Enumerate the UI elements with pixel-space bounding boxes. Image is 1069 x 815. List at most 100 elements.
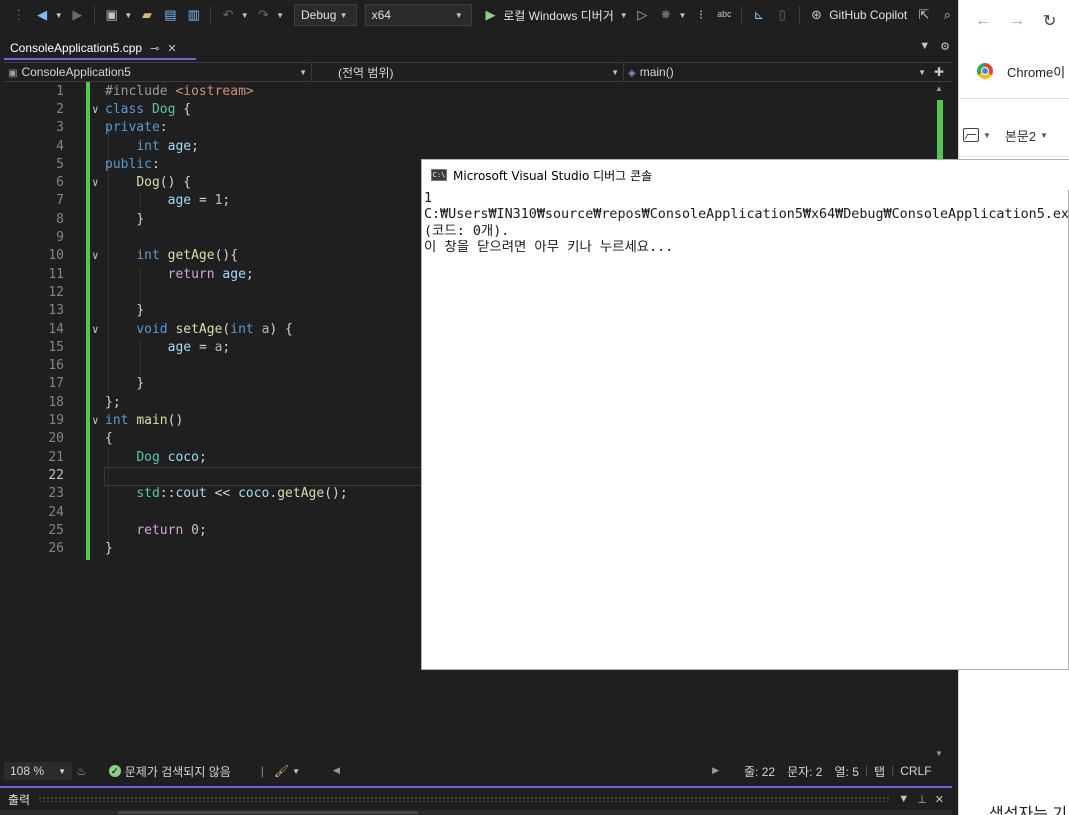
editor-horizontal-scrollbar[interactable]: ◀ ▶ xyxy=(333,765,719,777)
scroll-down-icon[interactable]: ▼ xyxy=(935,749,943,758)
line-content: int getAge(){ xyxy=(136,248,239,264)
toolbar-divider xyxy=(210,6,212,24)
member-name: main() xyxy=(639,65,674,79)
line-content: { xyxy=(105,431,113,447)
open-folder-icon[interactable]: ▰ xyxy=(136,4,157,26)
platform-select[interactable]: x64 ▼ xyxy=(364,4,472,26)
tab-list-dropdown-icon[interactable]: ▼ xyxy=(919,40,930,53)
reload-icon[interactable]: ↻ xyxy=(1043,11,1056,31)
forward-arrow-icon[interactable]: → xyxy=(1009,12,1025,30)
check-icon: ✓ xyxy=(108,765,121,777)
forward-icon[interactable]: ▶ xyxy=(67,4,88,26)
line-ending[interactable]: CRLF xyxy=(894,763,937,780)
back-arrow-icon[interactable]: ← xyxy=(975,12,991,30)
chevron-down-icon[interactable]: ▼ xyxy=(620,11,628,20)
output-source-field[interactable] xyxy=(118,811,418,814)
cursor-position-group: 줄: 22 문자: 2 열: 5 | 탭 | CRLF xyxy=(738,763,938,780)
chrome-profile-row[interactable]: Chrome이 xyxy=(959,56,1069,86)
collapse-icon[interactable]: ∨ xyxy=(92,323,99,336)
copilot-button[interactable]: GitHub Copilot xyxy=(829,8,907,22)
line-number: 21 xyxy=(48,449,64,465)
code-line-3[interactable]: 3 private: xyxy=(4,119,934,137)
scroll-left-icon[interactable]: ◀ xyxy=(333,765,340,776)
chevron-down-icon[interactable]: ▼ xyxy=(241,11,249,20)
collapse-icon[interactable]: ∨ xyxy=(92,176,99,189)
chevron-down-icon[interactable]: ▼ xyxy=(983,131,991,140)
console-title-bar[interactable]: C:\ Microsoft Visual Studio 디버그 콘솔 xyxy=(422,160,1069,190)
line-number: 25 xyxy=(48,522,64,538)
editor-status-row: 108 % ▼ ♨ ✓ 문제가 검색되지 않음 | 🖌 ▼ ◀ ▶ 줄: 22 … xyxy=(0,761,952,781)
line-content: #include <iostream> xyxy=(105,83,254,99)
collapse-icon[interactable]: ∨ xyxy=(92,414,99,427)
project-dropdown[interactable]: ▣ ConsoleApplication5 ▼ xyxy=(4,63,312,81)
line-content: return age; xyxy=(167,266,254,282)
cleanup-brush-icon[interactable]: 🖌 xyxy=(274,764,289,778)
scope-dropdown[interactable]: (전역 범위) ▼ xyxy=(312,63,624,81)
configuration-select[interactable]: Debug ▼ xyxy=(294,4,357,26)
char-indicator[interactable]: 문자: 2 xyxy=(781,763,828,780)
panel-grip[interactable] xyxy=(38,796,891,802)
gear-icon[interactable]: ⚙ xyxy=(940,40,950,53)
line-number: 11 xyxy=(48,266,64,282)
zoom-select[interactable]: 108 % ▼ xyxy=(4,762,72,780)
debug-console-window[interactable]: C:\ Microsoft Visual Studio 디버그 콘솔 1 C:₩… xyxy=(421,159,1069,670)
step-icon[interactable]: ⁝ xyxy=(690,4,711,26)
chevron-down-icon[interactable]: ▼ xyxy=(678,11,686,20)
back-icon[interactable]: ◀ xyxy=(31,4,52,26)
chevron-down-icon[interactable]: ▼ xyxy=(276,11,284,20)
console-output[interactable]: 1 C:₩Users₩IN310₩source₩repos₩ConsoleApp… xyxy=(424,191,1068,256)
issues-indicator[interactable]: ✓ 문제가 검색되지 않음 xyxy=(103,763,237,780)
split-view-icon[interactable]: ✚ xyxy=(934,65,944,79)
collapse-icon[interactable]: ∨ xyxy=(92,103,99,116)
chevron-down-icon[interactable]: ▼ xyxy=(124,11,132,20)
start-debugging-icon[interactable]: ▶ xyxy=(480,4,501,26)
line-indicator[interactable]: 줄: 22 xyxy=(738,763,781,780)
line-number: 3 xyxy=(56,120,64,136)
start-without-debugging-icon[interactable]: ▷ xyxy=(632,4,653,26)
code-line-4[interactable]: 4 int age; xyxy=(4,137,934,155)
feedback-icon[interactable]: ⌕ xyxy=(937,4,958,26)
member-dropdown[interactable]: ◈ main() ▼ xyxy=(624,63,930,81)
hot-reload-icon[interactable]: ✸ xyxy=(655,4,676,26)
chevron-down-icon[interactable]: ▼ xyxy=(1040,131,1048,140)
chevron-down-icon: ▼ xyxy=(58,766,66,776)
pin-icon[interactable]: ⊥ xyxy=(917,793,927,806)
comment-icon[interactable]: ▯ xyxy=(771,4,792,26)
bookmark-icon[interactable]: ⊾ xyxy=(748,4,769,26)
code-line-1[interactable]: 1 #include <iostream> xyxy=(4,82,934,100)
save-icon[interactable]: ▤ xyxy=(160,4,181,26)
redo-icon[interactable]: ↷ xyxy=(253,4,274,26)
scroll-right-icon[interactable]: ▶ xyxy=(712,765,719,776)
console-app-icon: C:\ xyxy=(431,169,447,181)
intellicode-icon[interactable]: ♨ xyxy=(72,764,91,778)
paragraph-style-select[interactable]: 본문2 xyxy=(1005,126,1036,145)
close-icon[interactable]: ✕ xyxy=(167,42,176,55)
close-icon[interactable]: ✕ xyxy=(935,793,944,806)
indent-mode[interactable]: 탭 xyxy=(868,763,891,780)
save-all-icon[interactable]: ▥ xyxy=(183,4,204,26)
tab-consoleapplication5-cpp[interactable]: ConsoleApplication5.cpp ⊸ ✕ xyxy=(4,38,196,60)
copilot-icon[interactable]: ⊛ xyxy=(806,4,827,26)
collapse-icon[interactable]: ∨ xyxy=(92,249,99,262)
scroll-up-icon[interactable]: ▲ xyxy=(935,84,943,93)
scrollbar-thumb[interactable] xyxy=(937,100,943,160)
start-debugging-button[interactable]: 로컬 Windows 디버거 xyxy=(503,7,614,24)
code-line-2[interactable]: 2 ∨ class Dog { xyxy=(4,100,934,118)
chevron-down-icon[interactable]: ▼ xyxy=(55,11,63,20)
line-number: 18 xyxy=(48,394,64,410)
panel-menu-icon[interactable]: ▼ xyxy=(898,793,909,806)
share-icon[interactable]: ⇱ xyxy=(913,4,934,26)
undo-icon[interactable]: ↶ xyxy=(217,4,238,26)
new-project-icon[interactable]: ▣ xyxy=(101,4,122,26)
image-icon[interactable] xyxy=(963,128,979,142)
pin-icon[interactable]: ⊸ xyxy=(150,42,159,55)
toolbar-divider xyxy=(741,6,743,24)
grip-icon: ⋮ xyxy=(12,7,26,22)
line-content: void setAge(int a) { xyxy=(136,321,293,337)
scope-name: (전역 범위) xyxy=(338,65,394,80)
output-panel-title[interactable]: 출력 xyxy=(8,791,30,808)
spell-check-icon[interactable]: ᵃᵇᶜ xyxy=(714,4,735,26)
chevron-down-icon[interactable]: ▼ xyxy=(292,767,300,776)
column-indicator[interactable]: 열: 5 xyxy=(829,763,865,780)
platform-value: x64 xyxy=(371,8,391,22)
